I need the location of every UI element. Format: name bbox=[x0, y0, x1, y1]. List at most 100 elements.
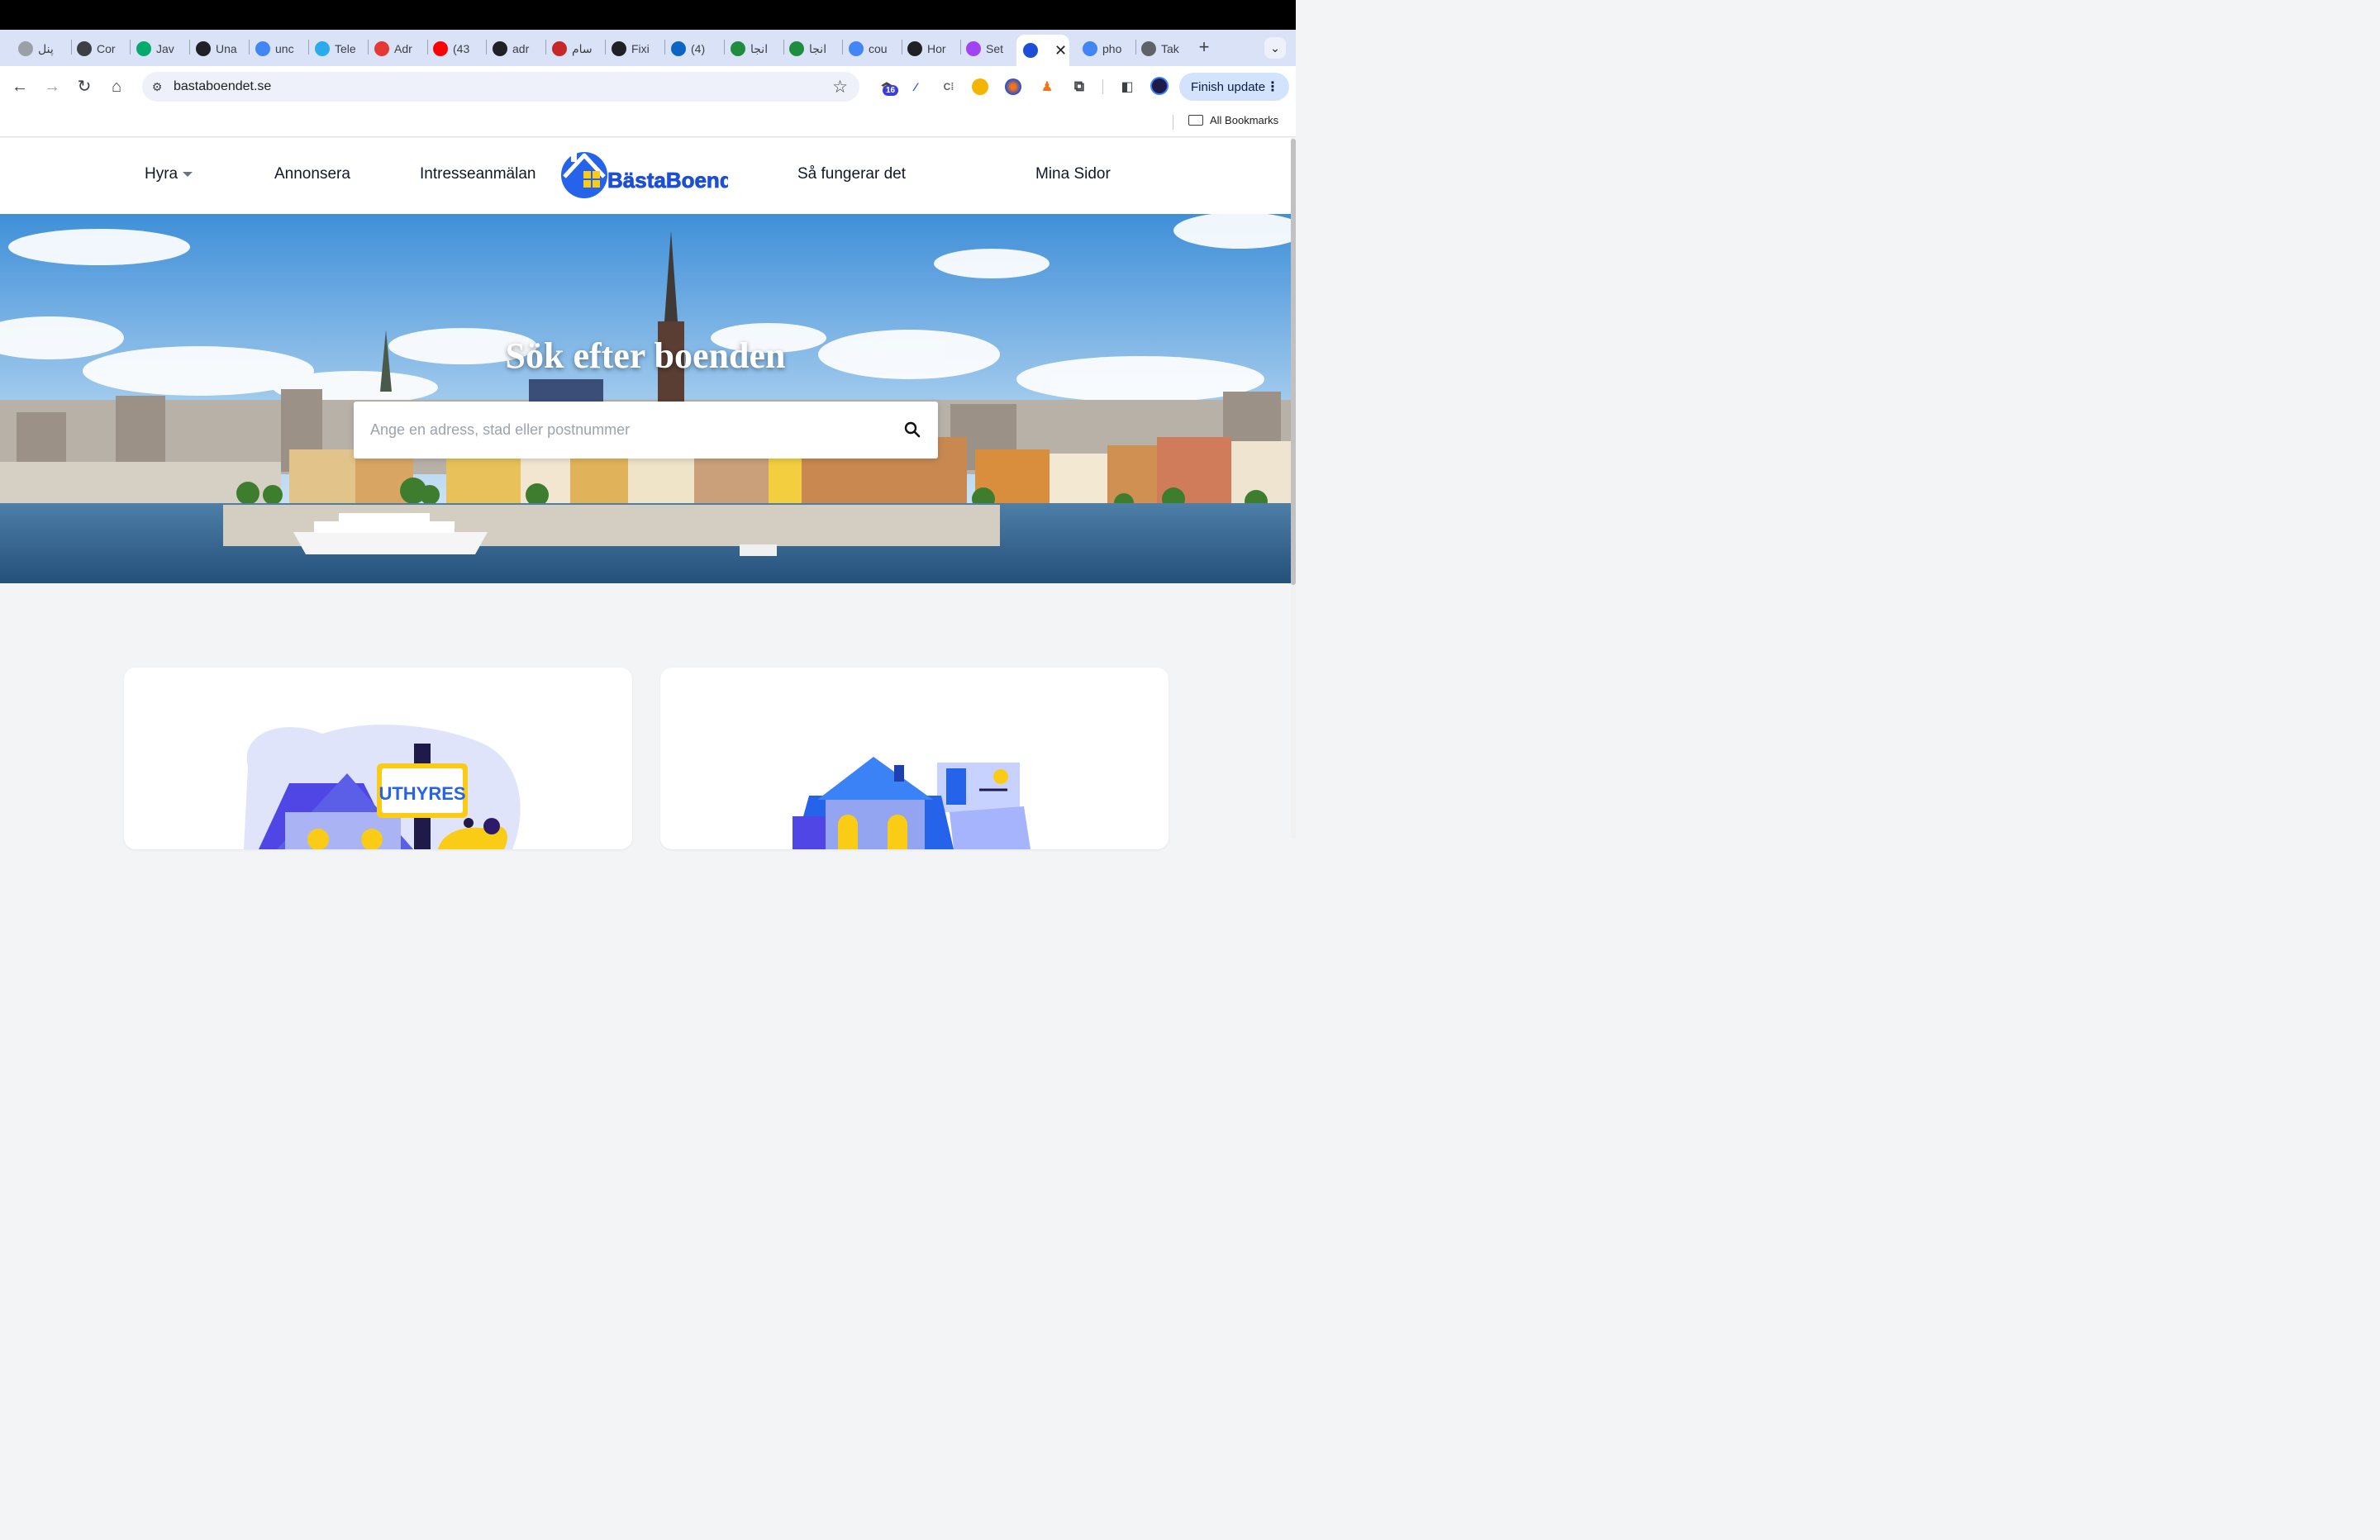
tab-title: adr bbox=[512, 42, 530, 55]
nav-advertise[interactable]: Annonsera bbox=[274, 165, 350, 183]
tab-divider bbox=[1135, 40, 1136, 55]
reload-icon[interactable]: ↻ bbox=[74, 76, 95, 97]
tab-title: انجا bbox=[809, 41, 827, 55]
browser-toolbar: ← → ↻ ⌂ ⚙ bastaboendet.se ☆ 🎓 ⁄ C⁞ ♟ ⧉ ◧ bbox=[0, 66, 1296, 107]
hero-title: Sök efter boenden bbox=[505, 335, 786, 376]
book-icon bbox=[789, 41, 804, 56]
browser-tab[interactable]: cou bbox=[849, 36, 890, 61]
nav-how-it-works[interactable]: Så fungerar det bbox=[797, 165, 906, 183]
browser-tab[interactable]: (43 bbox=[433, 36, 474, 61]
uthyres-sign-text: UTHYRES bbox=[378, 783, 465, 804]
tab-title: Adr bbox=[394, 42, 412, 55]
tab-search-button[interactable]: ⌄ bbox=[1264, 37, 1286, 59]
scrollbar-thumb[interactable] bbox=[1291, 139, 1296, 585]
browser-tab[interactable]: Fixi bbox=[612, 36, 653, 61]
logo-text: BästaBoendet bbox=[607, 168, 728, 192]
browser-tab[interactable]: ✕ bbox=[1016, 35, 1069, 66]
colorful-extension-icon[interactable] bbox=[972, 78, 988, 95]
tab-divider bbox=[842, 40, 843, 55]
tab-title: unc bbox=[275, 42, 294, 55]
browser-tab[interactable]: Set bbox=[966, 36, 1007, 61]
browser-tab[interactable]: Una bbox=[196, 36, 237, 61]
search-icon[interactable] bbox=[902, 420, 922, 440]
browser-tab[interactable]: پنل bbox=[18, 36, 60, 61]
address-search-input[interactable] bbox=[370, 402, 883, 459]
new-tab-button[interactable]: + bbox=[1195, 36, 1213, 58]
browser-tab[interactable]: انجا bbox=[789, 36, 831, 61]
tab-title: (4) bbox=[691, 42, 706, 55]
tab-divider bbox=[486, 40, 487, 55]
globe-icon bbox=[18, 41, 33, 56]
site-header: Hyra Annonsera Intresseanmälan BästaBoen… bbox=[0, 138, 1291, 214]
browser-tab[interactable]: سام bbox=[552, 36, 593, 61]
tab-title: Hor bbox=[927, 42, 946, 55]
browser-tab[interactable]: adr bbox=[493, 36, 534, 61]
person-extension-icon[interactable]: ♟ bbox=[1037, 77, 1057, 97]
tab-divider bbox=[71, 40, 72, 55]
browser-tab[interactable]: انجا bbox=[731, 36, 772, 61]
url-text[interactable]: bastaboendet.se bbox=[174, 79, 271, 94]
browser-tab[interactable]: Cor bbox=[77, 36, 118, 61]
tab-strip: پنل Cor Jav Una unc Tele Adr (43 adr سام Fixi (4) ان… bbox=[0, 30, 1296, 66]
google-icon bbox=[255, 41, 270, 56]
github-icon bbox=[493, 41, 507, 56]
tab-title: سام bbox=[572, 41, 593, 55]
setting-spark-icon bbox=[966, 41, 981, 56]
address-search-box bbox=[354, 402, 938, 459]
browser-tab[interactable]: pho bbox=[1083, 36, 1124, 61]
youtube-icon bbox=[433, 41, 448, 56]
orb-extension-icon[interactable] bbox=[1005, 78, 1021, 95]
browser-tab[interactable]: unc bbox=[255, 36, 297, 61]
browser-tab[interactable]: (4) bbox=[671, 36, 712, 61]
tab-title: pho bbox=[1102, 42, 1122, 55]
all-bookmarks-button[interactable]: All Bookmarks bbox=[1188, 114, 1278, 126]
tab-title: Fixi bbox=[631, 42, 650, 55]
tab-divider bbox=[249, 40, 250, 55]
pen-extension-icon[interactable]: ⁄ bbox=[906, 77, 926, 97]
house-logo-icon: BästaBoendet bbox=[561, 152, 753, 198]
apple-icon bbox=[1141, 41, 1156, 56]
bracket-icon bbox=[196, 41, 211, 56]
ci-extension-icon[interactable]: C⁞ bbox=[939, 77, 959, 97]
nav-interest[interactable]: Intresseanmälan bbox=[420, 165, 536, 183]
rent-out-card[interactable]: UTHYRES bbox=[124, 668, 632, 849]
side-panel-icon[interactable]: ◧ bbox=[1117, 77, 1137, 97]
site-logo[interactable]: BästaBoendet bbox=[559, 150, 753, 200]
tab-divider bbox=[960, 40, 961, 55]
chevron-down-icon bbox=[183, 171, 193, 177]
house-rooms-illustration bbox=[793, 757, 1031, 849]
nav-my-pages[interactable]: Mina Sidor bbox=[1035, 165, 1111, 183]
adr-icon bbox=[374, 41, 389, 56]
browser-tab[interactable]: Tak bbox=[1141, 36, 1183, 61]
browser-tab[interactable]: Tele bbox=[315, 36, 356, 61]
stockholm-skyline-image bbox=[0, 214, 1291, 583]
browser-tab[interactable]: Adr bbox=[374, 36, 416, 61]
extension-badge: 16 bbox=[883, 85, 899, 96]
tab-divider bbox=[308, 40, 309, 55]
tab-title: cou bbox=[869, 42, 888, 55]
home-icon[interactable]: ⌂ bbox=[106, 76, 127, 97]
back-icon[interactable]: ← bbox=[9, 76, 31, 97]
hero-banner: Sök efter boenden bbox=[0, 214, 1291, 583]
finish-update-label: Finish update bbox=[1191, 79, 1266, 94]
close-tab-icon[interactable]: ✕ bbox=[1054, 42, 1067, 59]
nav-rent-dropdown[interactable]: Hyra bbox=[145, 165, 193, 183]
tab-title: Una bbox=[216, 42, 237, 55]
forward-icon[interactable]: → bbox=[41, 76, 63, 97]
tab-divider bbox=[368, 40, 369, 55]
linkedin-icon bbox=[671, 41, 686, 56]
puzzle-extensions-icon[interactable]: ⧉ bbox=[1069, 77, 1089, 97]
window-titlebar bbox=[0, 0, 1296, 30]
address-bar[interactable]: ⚙ bastaboendet.se ☆ bbox=[142, 72, 859, 102]
find-home-card[interactable] bbox=[660, 668, 1169, 849]
browser-tab[interactable]: Jav bbox=[136, 36, 178, 61]
browser-tab[interactable]: Hor bbox=[907, 36, 949, 61]
tab-title: انجا bbox=[750, 41, 769, 55]
w3-icon bbox=[136, 41, 151, 56]
profile-avatar[interactable] bbox=[1150, 77, 1169, 95]
site-info-icon[interactable]: ⚙ bbox=[149, 78, 165, 95]
tab-divider bbox=[664, 40, 665, 55]
folder-icon bbox=[1188, 115, 1203, 126]
bookmark-star-icon[interactable]: ☆ bbox=[832, 77, 848, 97]
finish-update-button[interactable]: Finish update ⋮ bbox=[1179, 73, 1289, 101]
